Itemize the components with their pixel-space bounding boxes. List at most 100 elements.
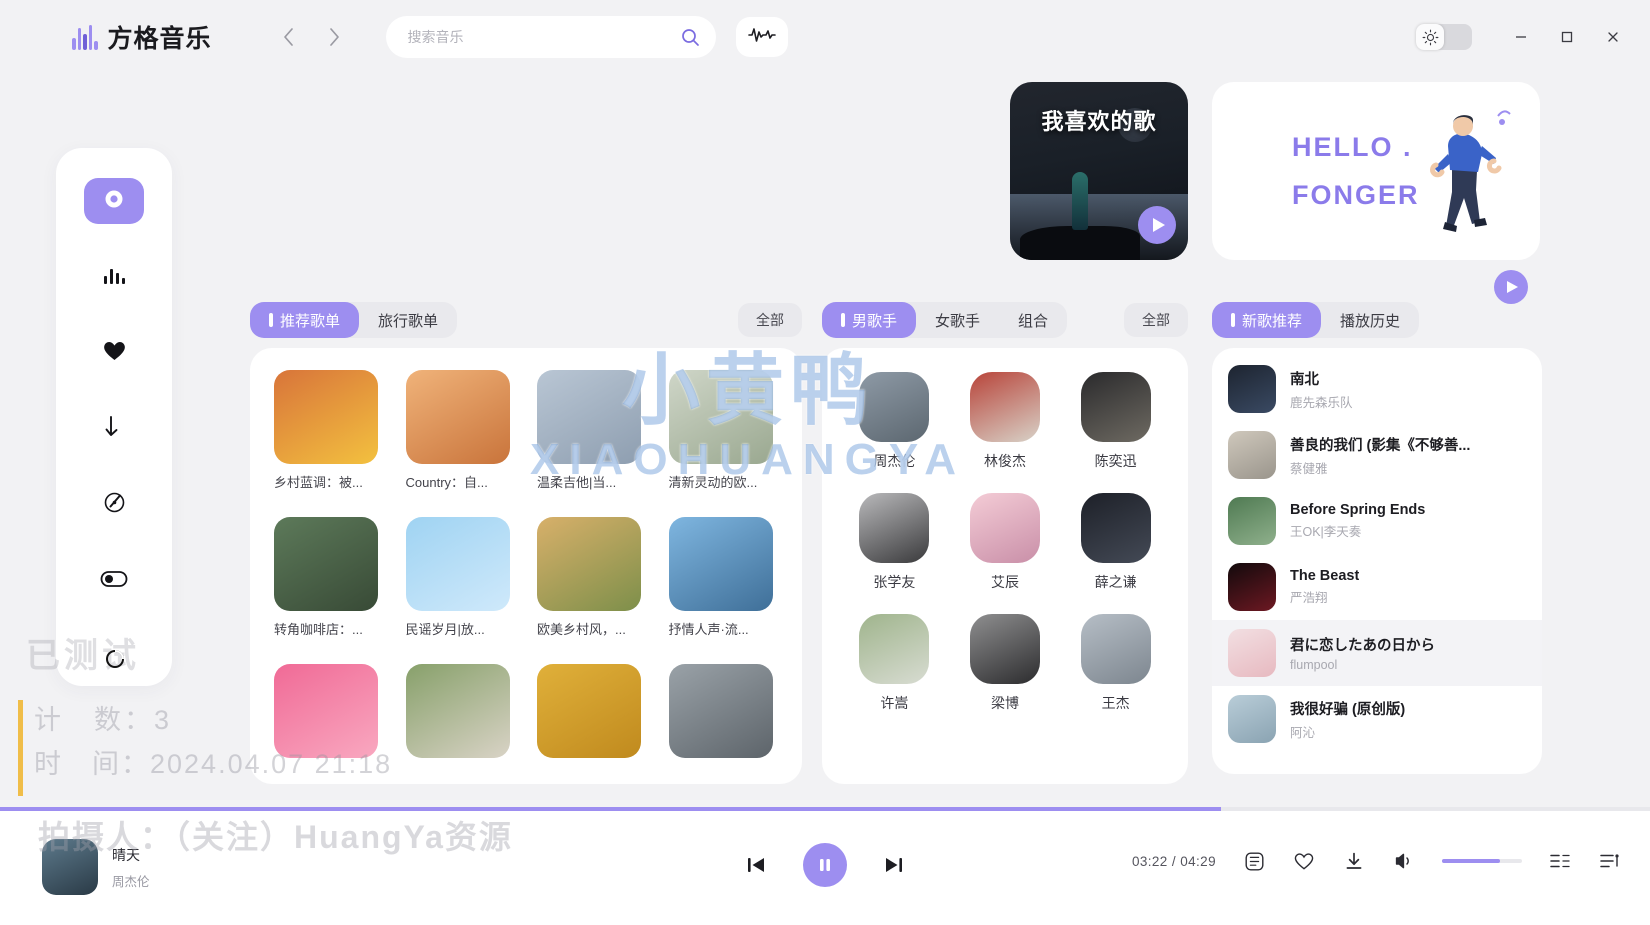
waveform-button[interactable]: [735, 17, 788, 57]
volume-slider-fill: [1442, 859, 1500, 863]
tab-travel-playlist[interactable]: 旅行歌单: [359, 302, 457, 338]
tab-label: 推荐歌单: [280, 312, 341, 330]
song-artist: 阿沁: [1290, 725, 1316, 740]
playlist-cover: [274, 664, 378, 758]
playlist-name: 民谣岁月|放...: [405, 622, 485, 637]
artist-card[interactable]: 梁博: [955, 614, 1056, 713]
song-meta: 南北 鹿先森乐队: [1290, 368, 1353, 411]
playlist-card[interactable]: 转角咖啡店：...: [274, 517, 378, 638]
tab-recommended-playlist[interactable]: 推荐歌单: [250, 302, 360, 338]
player-right-controls: 03:22 / 04:29: [1132, 849, 1622, 873]
tab-new-songs[interactable]: 新歌推荐: [1212, 302, 1322, 338]
search-input[interactable]: [407, 29, 680, 45]
song-meta: 我很好骗 (原创版) 阿沁: [1290, 698, 1405, 741]
sidebar-item-radar[interactable]: [84, 482, 144, 528]
artist-name: 林俊杰: [983, 453, 1026, 469]
artist-card[interactable]: 林俊杰: [955, 372, 1056, 471]
watermark-accent-bar: [18, 700, 23, 796]
song-row[interactable]: 君に恋したあの日から flumpool: [1212, 620, 1542, 686]
song-cover: [1228, 431, 1276, 479]
playlist-card[interactable]: 民谣岁月|放...: [405, 517, 510, 638]
total-time: 04:29: [1180, 853, 1216, 869]
artist-card[interactable]: 周杰伦: [844, 372, 945, 471]
playlist-card[interactable]: 欧美乡村风，...: [537, 517, 641, 638]
sidebar-item-downloads[interactable]: [84, 406, 144, 452]
toggle-icon: [100, 570, 128, 593]
playlist-icon[interactable]: [1548, 849, 1572, 873]
heart-outline-icon[interactable]: [1292, 849, 1316, 873]
playlist-all-button[interactable]: 全部: [738, 303, 802, 337]
artist-card[interactable]: 薛之谦: [1065, 493, 1166, 592]
song-tab-group: 新歌推荐 播放历史: [1212, 302, 1420, 338]
tab-label: 组合: [1018, 312, 1049, 330]
maximize-icon[interactable]: [1544, 18, 1590, 56]
song-list-play-icon[interactable]: [1494, 270, 1528, 304]
playlist-card[interactable]: [274, 664, 378, 766]
close-icon[interactable]: [1590, 18, 1636, 56]
artist-avatar: [859, 372, 930, 442]
play-icon[interactable]: [1138, 206, 1176, 244]
playlist-card[interactable]: 温柔吉他|当...: [537, 370, 641, 491]
search-icon[interactable]: [680, 27, 700, 47]
search-box[interactable]: [385, 16, 716, 58]
artist-card[interactable]: 陈奕迅: [1065, 372, 1166, 471]
lyrics-icon[interactable]: [1242, 849, 1266, 873]
chevron-right-icon[interactable]: [324, 24, 346, 50]
volume-icon[interactable]: [1392, 849, 1416, 873]
pause-icon[interactable]: [803, 843, 847, 887]
song-row[interactable]: 南北 鹿先森乐队: [1212, 356, 1542, 422]
theme-toggle[interactable]: [1416, 24, 1472, 50]
tab-female-singer[interactable]: 女歌手: [916, 302, 999, 338]
sidebar-item-charts[interactable]: [84, 254, 144, 300]
song-title: 善良的我们 (影集《不够善...: [1290, 437, 1471, 454]
playlist-card[interactable]: [405, 664, 510, 766]
playlist-card[interactable]: 乡村蓝调：被...: [274, 370, 378, 491]
playlist-card[interactable]: 抒情人声·流...: [668, 517, 773, 638]
artist-card[interactable]: 张学友: [844, 493, 945, 592]
playlist-cover: [537, 370, 641, 464]
tab-male-singer[interactable]: 男歌手: [822, 302, 917, 338]
artist-avatar: [1080, 614, 1151, 684]
sidebar-item-discover[interactable]: [84, 178, 144, 224]
skip-previous-icon[interactable]: [741, 850, 771, 880]
playlist-name: 转角咖啡店：...: [274, 622, 363, 637]
artist-card[interactable]: 许嵩: [844, 614, 945, 713]
banner-hello-line2: FONGER: [1292, 180, 1420, 210]
skip-next-icon[interactable]: [879, 850, 909, 880]
tab-active-pip-icon: [841, 313, 845, 327]
song-title: 我很好骗 (原创版): [1290, 701, 1406, 718]
artist-card[interactable]: 艾辰: [955, 493, 1056, 592]
sidebar-item-favorites[interactable]: [84, 330, 144, 376]
playlist-name: Country：自...: [405, 475, 488, 490]
banner-my-favorite-songs[interactable]: 我喜欢的歌: [1010, 82, 1188, 260]
artist-all-button[interactable]: 全部: [1124, 303, 1188, 337]
volume-slider[interactable]: [1442, 859, 1522, 863]
minimize-icon[interactable]: [1498, 18, 1544, 56]
song-row[interactable]: The Beast 严浩翔: [1212, 554, 1542, 620]
queue-icon[interactable]: [1598, 849, 1622, 873]
playlist-card[interactable]: Country：自...: [405, 370, 510, 491]
download-arrow-icon: [103, 414, 125, 445]
song-meta: Before Spring Ends 王OK|李天奏: [1290, 502, 1425, 540]
banner-rock: [1020, 226, 1140, 260]
artist-card[interactable]: 王杰: [1065, 614, 1166, 713]
playlist-card[interactable]: [668, 664, 773, 766]
sun-icon: [1416, 24, 1444, 50]
tab-play-history[interactable]: 播放历史: [1321, 302, 1419, 338]
progress-track[interactable]: [0, 807, 1650, 811]
song-row[interactable]: Before Spring Ends 王OK|李天奏: [1212, 488, 1542, 554]
playlist-card[interactable]: [537, 664, 641, 766]
download-icon[interactable]: [1342, 849, 1366, 873]
playlist-card[interactable]: 清新灵动的欧...: [668, 370, 773, 491]
song-row[interactable]: 善良的我们 (影集《不够善... 蔡健雅: [1212, 422, 1542, 488]
artist-avatar: [969, 372, 1040, 442]
now-playing-cover[interactable]: [42, 839, 98, 895]
tab-group-singer[interactable]: 组合: [999, 302, 1067, 338]
chevron-left-icon[interactable]: [278, 24, 300, 50]
playlist-name: 乡村蓝调：被...: [274, 475, 363, 490]
banner-hello-fonger[interactable]: HELLO . FONGER: [1212, 82, 1540, 260]
artist-avatar: [859, 493, 930, 563]
sidebar-item-settings-toggle[interactable]: [84, 558, 144, 604]
song-row[interactable]: 我很好骗 (原创版) 阿沁: [1212, 686, 1542, 752]
song-cover: [1228, 563, 1276, 611]
